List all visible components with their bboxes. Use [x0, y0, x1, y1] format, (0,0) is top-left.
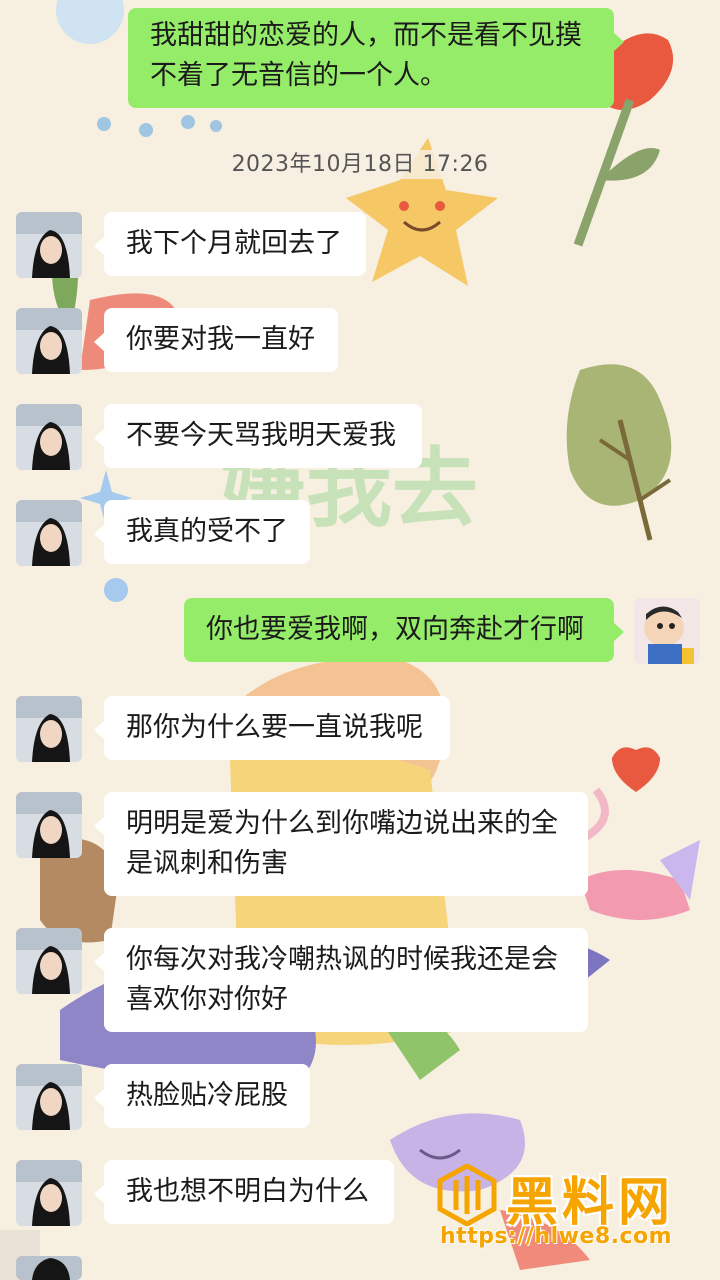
watermark-url: https://hlwe8.com: [440, 1224, 673, 1249]
message-bubble-self[interactable]: 我甜甜的恋爱的人，而不是看不见摸 不着了无音信的一个人。: [128, 8, 624, 108]
message-bubble-self[interactable]: 你也要爱我啊，双向奔赴才行啊: [184, 598, 624, 662]
contact-avatar[interactable]: [16, 1256, 82, 1280]
message-bubble-contact[interactable]: 明明是爱为什么到你嘴边说出来的全 是讽刺和伤害: [94, 792, 588, 896]
message-bubble-contact[interactable]: 热脸贴冷屁股: [94, 1064, 310, 1128]
message-bubble-contact[interactable]: 不要今天骂我明天爱我: [94, 404, 422, 468]
timestamp: 2023年10月18日 17:26: [0, 146, 720, 179]
contact-avatar[interactable]: [16, 1160, 82, 1226]
contact-avatar[interactable]: [16, 500, 82, 566]
contact-avatar[interactable]: [16, 212, 82, 278]
message-bubble-contact[interactable]: 那你为什么要一直说我呢: [94, 696, 450, 760]
contact-avatar[interactable]: [16, 1064, 82, 1130]
watermark-logo-icon: [437, 1164, 497, 1226]
message-bubble-contact[interactable]: 我也想不明白为什么: [94, 1160, 394, 1224]
contact-avatar[interactable]: [16, 308, 82, 374]
contact-avatar[interactable]: [16, 792, 82, 858]
message-bubble-contact[interactable]: 你要对我一直好: [94, 308, 338, 372]
contact-avatar[interactable]: [16, 696, 82, 762]
watermark: 黑料网 https://hlwe8.com: [432, 1158, 692, 1258]
contact-avatar[interactable]: [16, 404, 82, 470]
self-avatar[interactable]: [634, 598, 700, 664]
message-bubble-contact[interactable]: 我下个月就回去了: [94, 212, 366, 276]
message-bubble-contact[interactable]: 我真的受不了: [94, 500, 310, 564]
contact-avatar[interactable]: [16, 928, 82, 994]
message-bubble-contact[interactable]: 你每次对我冷嘲热讽的时候我还是会 喜欢你对你好: [94, 928, 588, 1032]
